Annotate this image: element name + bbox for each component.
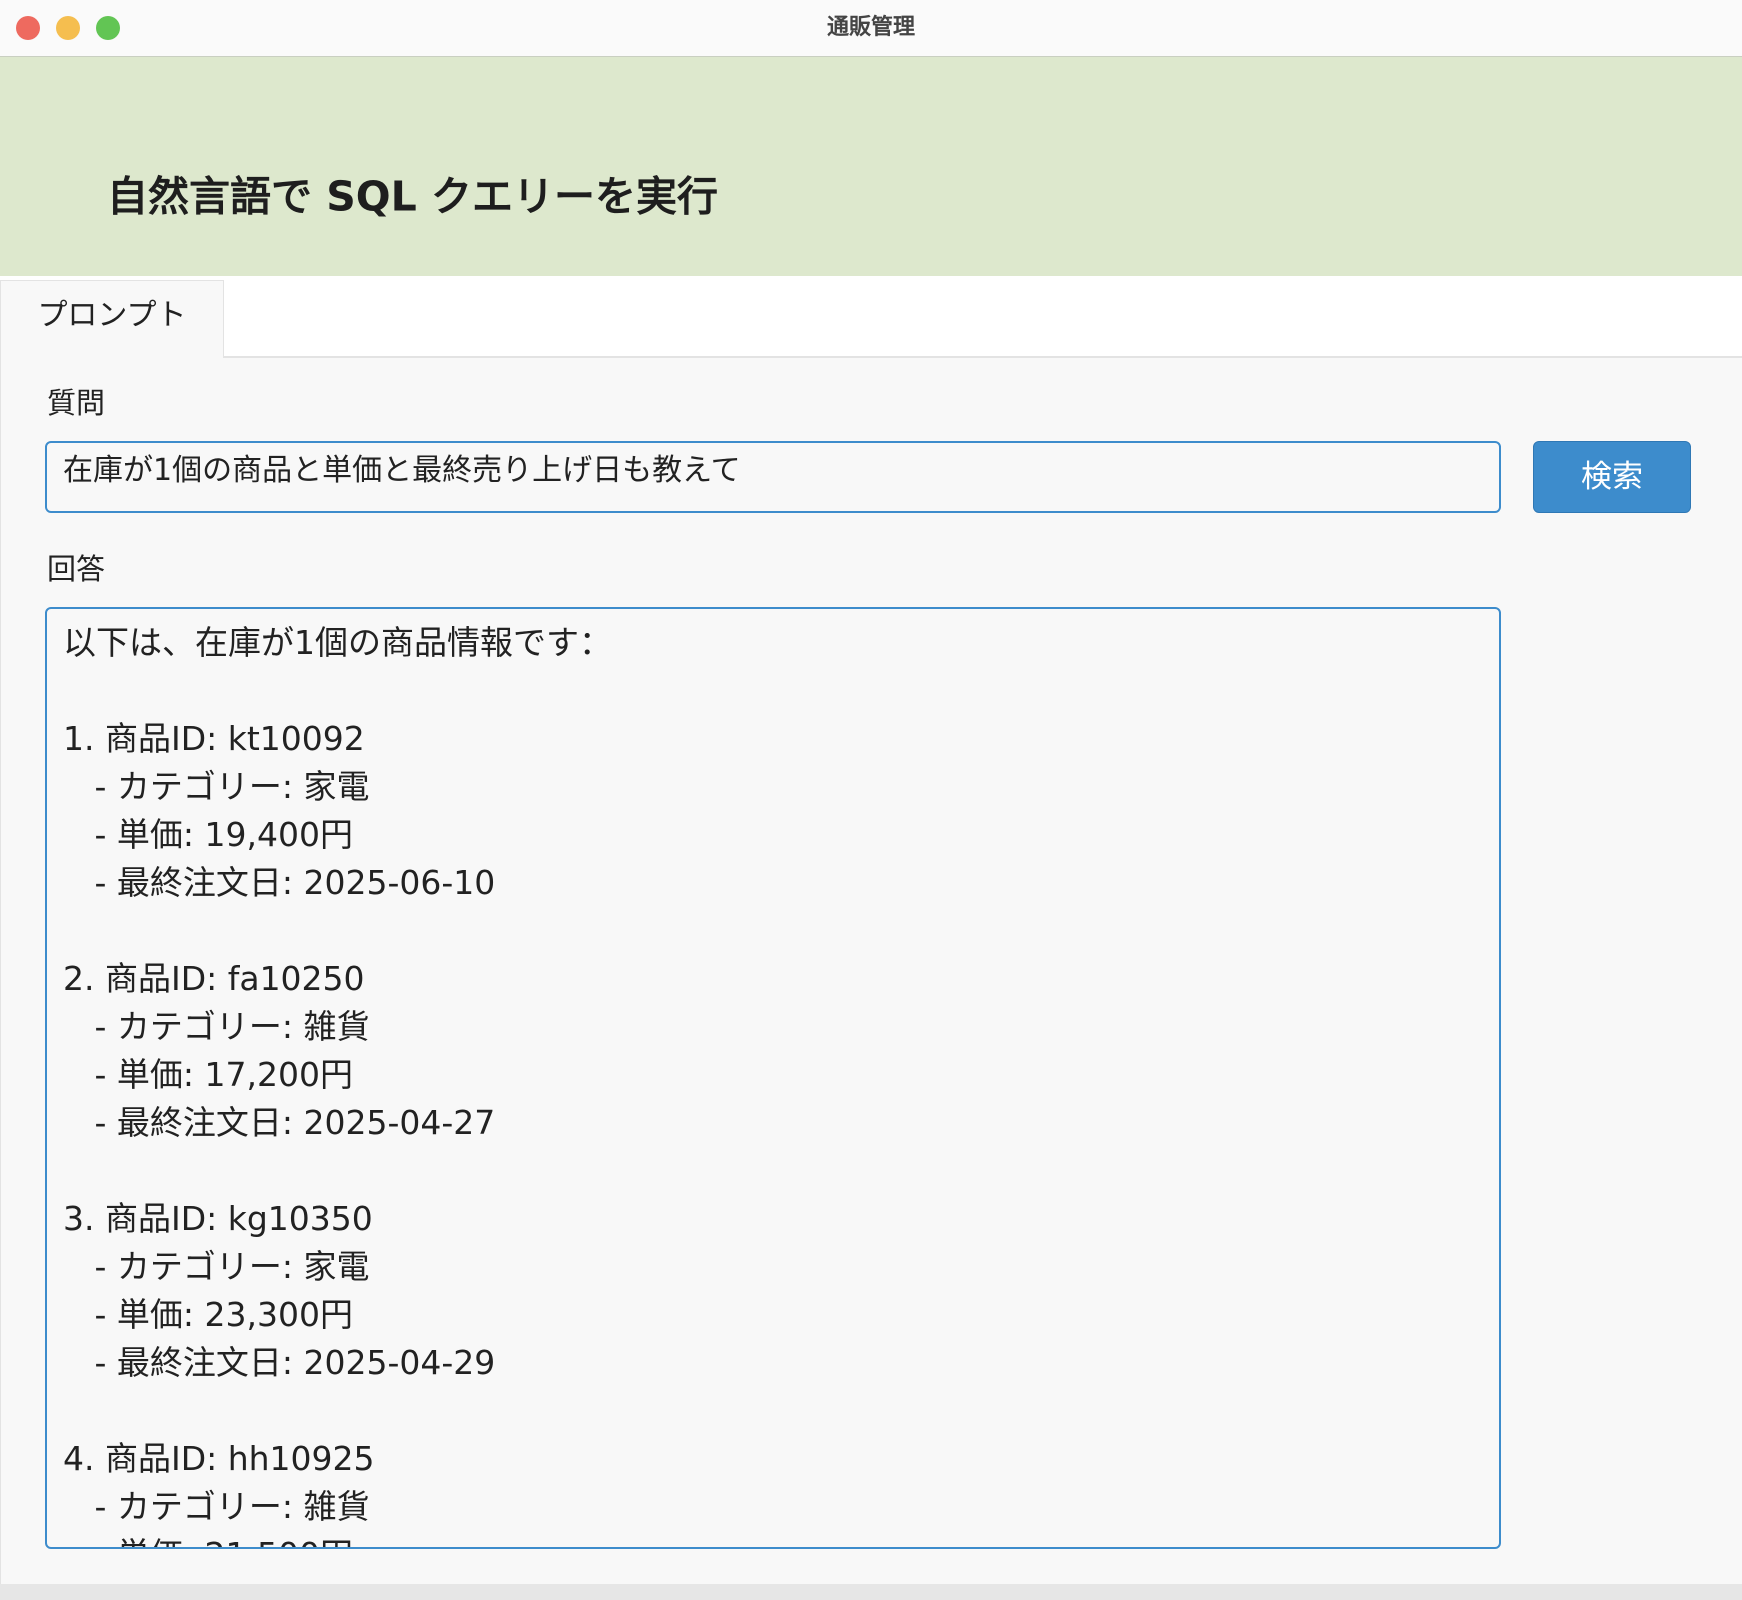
answer-line: - 単価: 19,400円: [63, 815, 353, 854]
window-title: 通販管理: [826, 15, 915, 40]
answer-line: 1. 商品ID: kt10092: [63, 719, 365, 758]
window-bottom-edge: [0, 1584, 1742, 1600]
answer-line: [63, 1387, 1483, 1435]
search-button[interactable]: 検索: [1533, 441, 1691, 513]
title-bar: 通販管理: [0, 0, 1742, 57]
answer-line: - 単価: 21,500円: [63, 1531, 1483, 1547]
answer-line: 2. 商品ID: fa10250: [63, 959, 365, 998]
answer-line: - 単価: 23,300円: [63, 1295, 353, 1334]
answer-line: 3. 商品ID: kg10350: [63, 1199, 373, 1238]
answer-line: - 最終注文日: 2025-04-27: [63, 1103, 496, 1142]
answer-line: - カテゴリー: 家電: [63, 767, 370, 806]
prompt-panel: 質問 在庫が1個の商品と単価と最終売り上げ日も教えて 検索 回答 以下は、在庫が…: [0, 358, 1742, 1584]
answer-line: [63, 667, 1483, 715]
question-label: 質問: [47, 386, 106, 420]
answer-line: - カテゴリー: 雑貨: [63, 1487, 370, 1526]
answer-textarea[interactable]: 以下は、在庫が1個の商品情報です： 1. 商品ID: kt10092 - カテゴリ…: [45, 607, 1501, 1549]
answer-line: 以下は、在庫が1個の商品情報です：: [63, 623, 612, 662]
answer-line: [63, 907, 1483, 955]
answer-line: [63, 1147, 1483, 1195]
answer-line: - 最終注文日: 2025-04-29: [63, 1343, 496, 1382]
answer-line: - 単価: 17,200円: [63, 1055, 353, 1094]
question-input[interactable]: 在庫が1個の商品と単価と最終売り上げ日も教えて: [45, 441, 1501, 513]
page-header: 自然言語で SQL クエリーを実行: [0, 57, 1742, 276]
page-title: 自然言語で SQL クエリーを実行: [107, 172, 719, 221]
answer-line: - 最終注文日: 2025-06-10: [63, 863, 496, 902]
tab-bar: プロンプト: [0, 276, 1742, 358]
tab-prompt[interactable]: プロンプト: [0, 280, 224, 358]
answer-line: - カテゴリー: 雑貨: [63, 1007, 370, 1046]
answer-line: 4. 商品ID: hh10925: [63, 1439, 375, 1478]
answer-line: - カテゴリー: 家電: [63, 1247, 370, 1286]
answer-label: 回答: [47, 552, 106, 586]
